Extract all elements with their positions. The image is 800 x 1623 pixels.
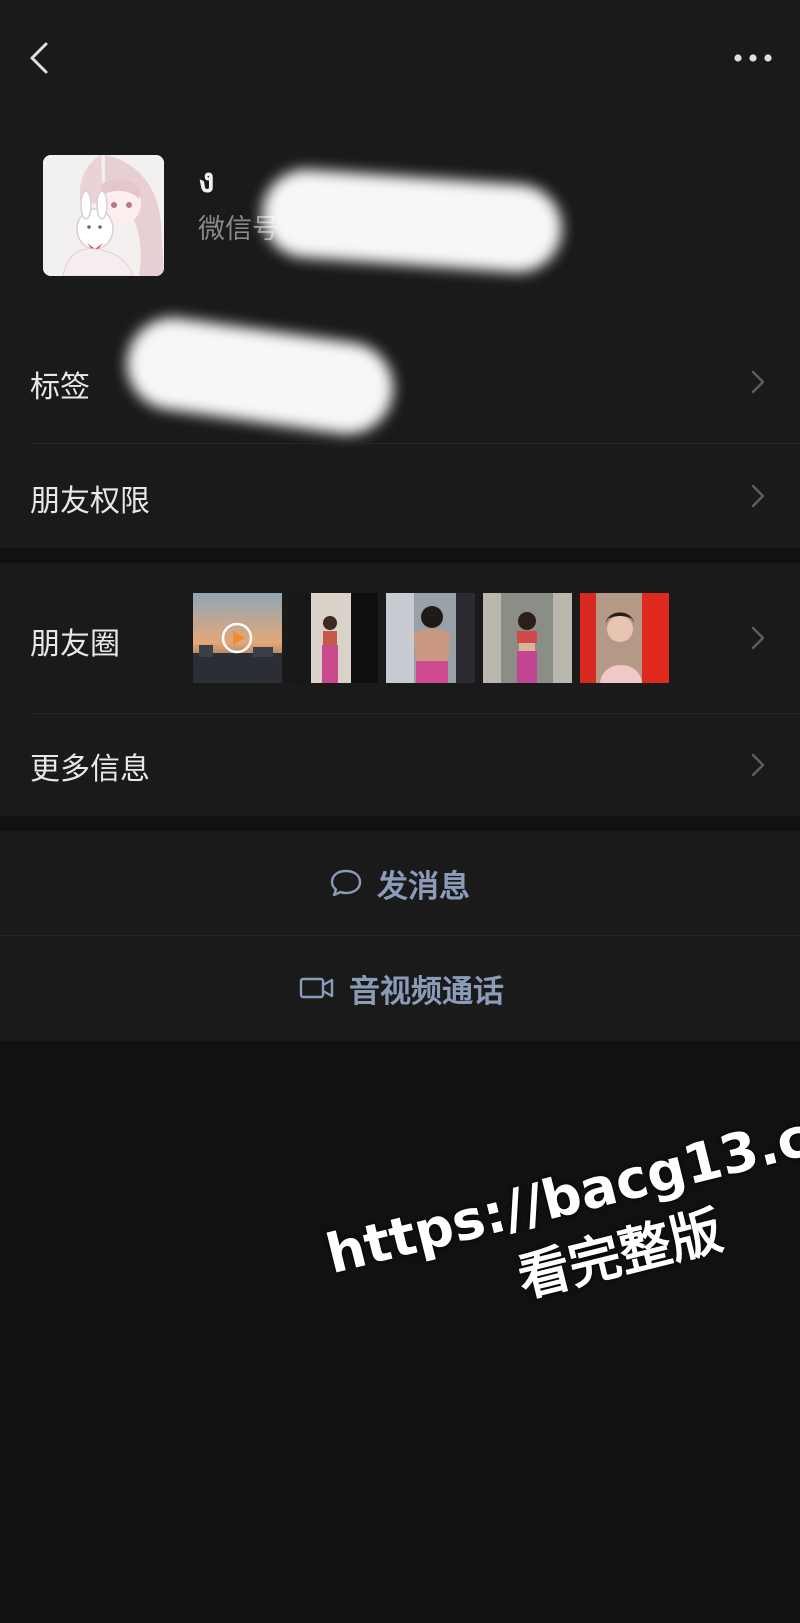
moments-thumbnail (386, 593, 475, 683)
hallway-selfie-thumb-image (483, 593, 572, 683)
tags-label: 标签 (30, 370, 90, 405)
more-info-row[interactable]: 更多信息 (0, 714, 800, 816)
back-view-thumb-image (386, 593, 475, 683)
moments-group: 朋友圈 更多信息 (0, 563, 800, 816)
anime-girl-bunny-avatar-image (43, 155, 164, 276)
chevron-right-icon (751, 484, 765, 508)
chevron-left-icon (30, 42, 48, 74)
action-group: 发消息 音视频通话 (0, 831, 800, 1041)
video-call-label: 音视频通话 (349, 973, 504, 1010)
top-bar (0, 0, 800, 115)
settings-group: 标签 朋友权限 (0, 311, 800, 548)
friend-permissions-label: 朋友权限 (30, 484, 150, 519)
mirror-selfie-thumb-image (289, 593, 378, 683)
chevron-right-icon (751, 370, 765, 394)
chevron-right-icon (751, 626, 765, 650)
watermark: https://bacg13.com 看完整版 (320, 1083, 800, 1355)
red-couplets-selfie-thumb-image (580, 593, 669, 683)
nickname: ง (198, 161, 215, 201)
moments-thumbnail (580, 593, 669, 683)
tags-row[interactable]: 标签 (0, 330, 800, 434)
more-options-button[interactable] (728, 40, 778, 76)
more-dots-icon (734, 54, 772, 62)
send-message-button[interactable]: 发消息 (0, 831, 800, 935)
redaction-blob (259, 166, 565, 276)
send-message-label: 发消息 (377, 868, 470, 905)
video-camera-icon (299, 977, 334, 999)
more-info-label: 更多信息 (30, 752, 150, 787)
moments-thumbnail (193, 593, 282, 683)
moments-thumbnail (289, 593, 378, 683)
profile-header: ง 微信号 (0, 115, 800, 330)
friend-permissions-row[interactable]: 朋友权限 (0, 444, 800, 548)
moments-label: 朋友圈 (30, 627, 120, 662)
moments-thumbnail (483, 593, 572, 683)
chevron-right-icon (751, 753, 765, 777)
video-call-button[interactable]: 音视频通话 (0, 936, 800, 1040)
video-sunset-thumb-image (193, 593, 282, 683)
chat-bubble-icon (330, 869, 362, 897)
avatar[interactable] (43, 155, 164, 276)
back-button[interactable] (22, 36, 62, 80)
moments-row[interactable]: 朋友圈 (0, 563, 800, 713)
